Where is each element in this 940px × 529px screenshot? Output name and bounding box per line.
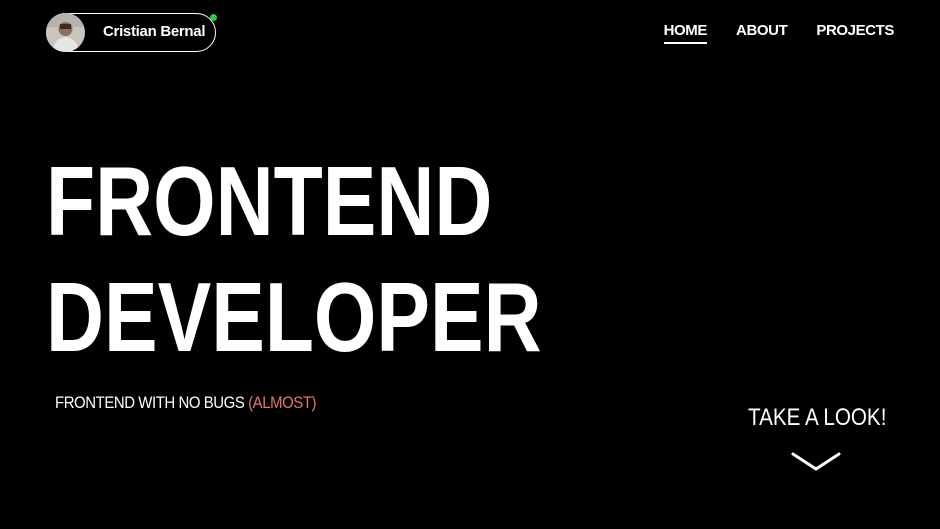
online-status-dot	[210, 14, 217, 21]
main-nav: HOME ABOUT PROJECTS	[663, 22, 894, 44]
nav-item-home[interactable]: HOME	[663, 22, 708, 44]
tagline-text: FRONTEND WITH NO BUGS	[55, 393, 249, 412]
hero-title-line-2: DEVELOPER	[46, 262, 542, 372]
profile-pill[interactable]: Cristian Bernal	[46, 13, 217, 52]
hero-title-line-1: FRONTEND	[46, 146, 493, 256]
nav-item-projects[interactable]: PROJECTS	[816, 22, 894, 44]
hero-tagline: FRONTEND WITH NO BUGS (ALMOST)	[55, 393, 317, 413]
take-a-look-label: TAKE A LOOK!	[748, 404, 887, 431]
tagline-highlight: (ALMOST)	[248, 393, 317, 412]
avatar[interactable]	[46, 13, 85, 52]
profile-name: Cristian Bernal	[103, 23, 206, 40]
take-a-look-button[interactable]: TAKE A LOOK!	[748, 404, 887, 471]
user-portrait-icon	[46, 13, 85, 52]
chevron-down-icon[interactable]	[791, 451, 841, 473]
nav-item-about[interactable]: ABOUT	[736, 22, 788, 44]
